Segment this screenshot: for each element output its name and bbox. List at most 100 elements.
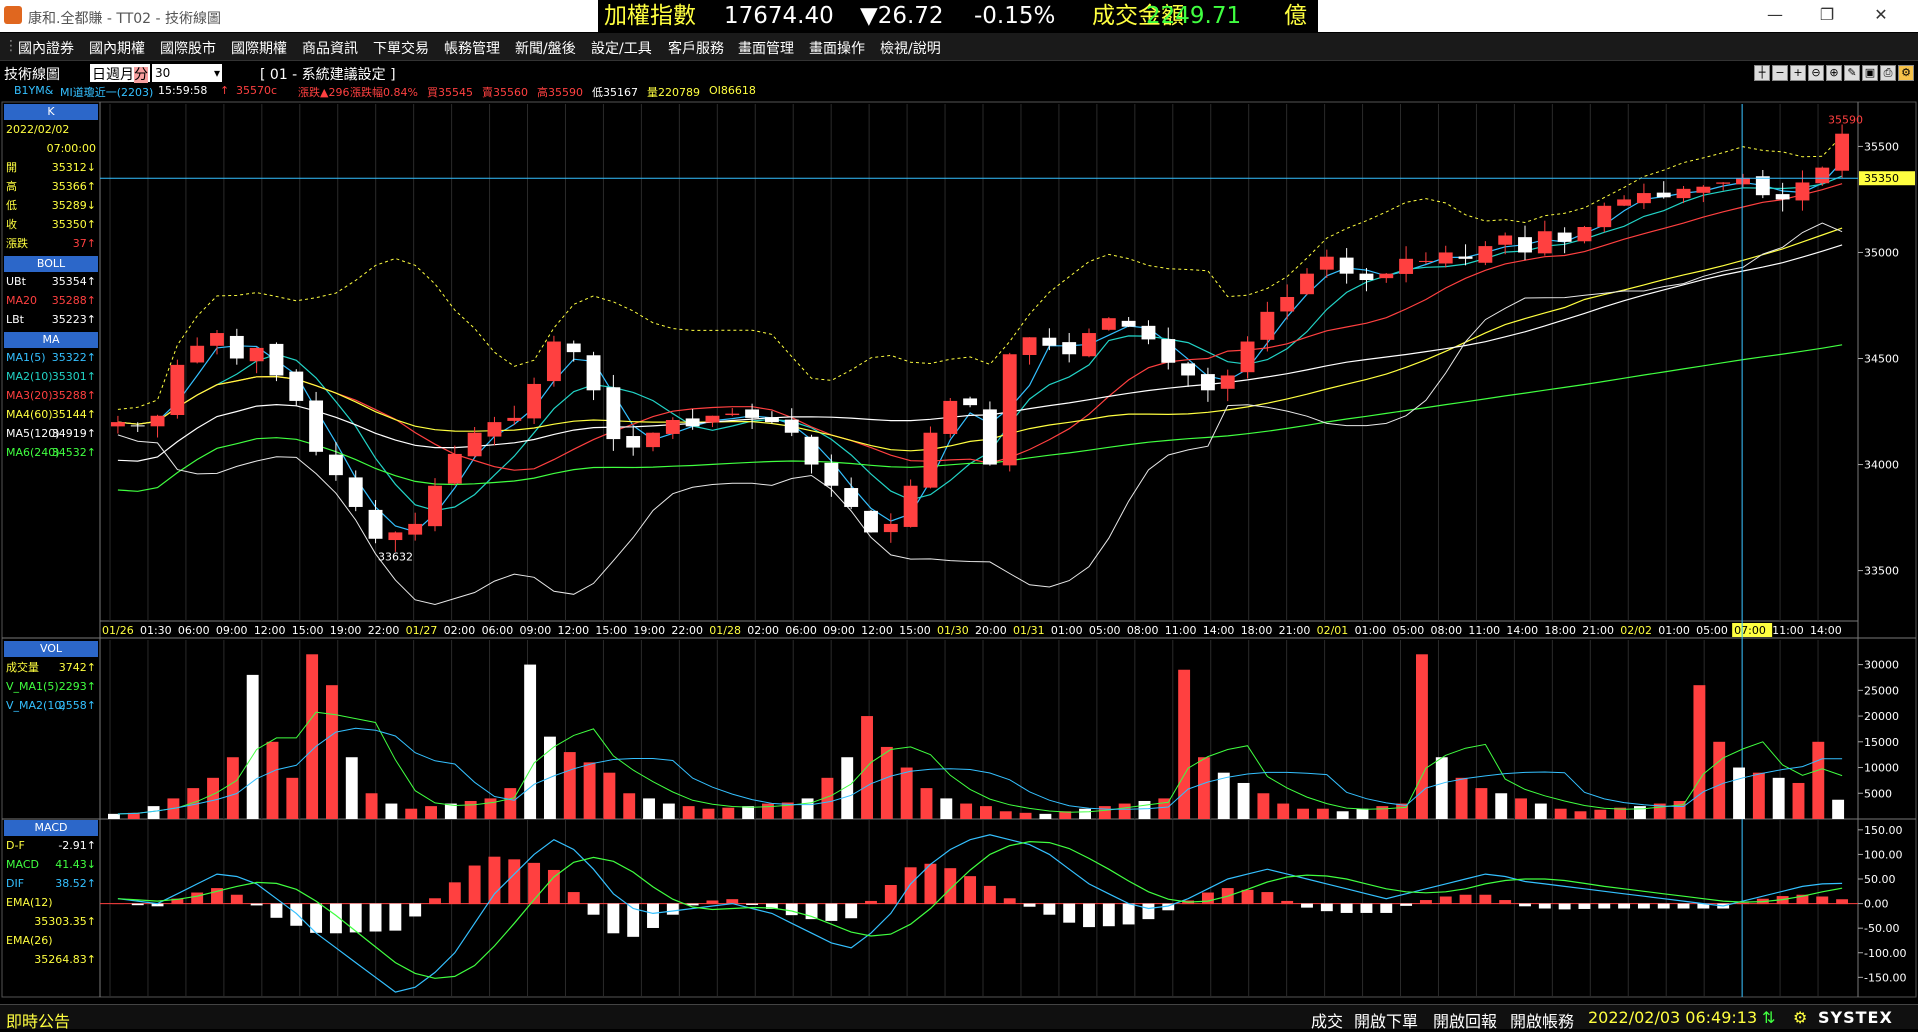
macd-histogram-bar bbox=[924, 863, 937, 905]
trade-button[interactable]: 成交 bbox=[1311, 1008, 1343, 1032]
time-tick-label: 12:00 bbox=[254, 624, 286, 637]
candle-body bbox=[388, 532, 403, 541]
macd-histogram-bar bbox=[250, 903, 263, 906]
k-low-row: 低 35289↓ bbox=[4, 198, 98, 214]
volume-bar bbox=[1376, 806, 1389, 819]
candle-body bbox=[784, 419, 799, 433]
vol-tick-label: 10000 bbox=[1864, 762, 1899, 775]
candle-body bbox=[864, 510, 878, 533]
ma-row-label: MA1(5) bbox=[6, 351, 46, 364]
candle-body bbox=[328, 454, 343, 476]
vol-header: VOL bbox=[4, 641, 98, 657]
macd-histogram-bar bbox=[270, 903, 283, 918]
candle-body bbox=[487, 422, 502, 437]
time-tick-label: 06:00 bbox=[785, 624, 817, 637]
volume-bar bbox=[1733, 767, 1745, 819]
macd-histogram-bar bbox=[230, 894, 243, 905]
vol-tick-label: 5000 bbox=[1864, 787, 1892, 800]
macd-histogram-bar bbox=[1122, 903, 1135, 925]
macd-histogram-bar bbox=[1499, 900, 1512, 905]
macd-histogram-bar bbox=[1439, 896, 1452, 905]
time-tick-label: 05:00 bbox=[1393, 624, 1425, 637]
candle-body bbox=[705, 415, 720, 423]
time-tick-label: 14:00 bbox=[1203, 624, 1235, 637]
volume-bar bbox=[306, 654, 319, 819]
volume-bar bbox=[365, 793, 378, 819]
open-account-button[interactable]: 開啟帳務 bbox=[1510, 1008, 1574, 1032]
chart-canvas[interactable]: 01/26 01:30 06:00 09:00 12:00 15:00 19:00 22:00… bbox=[0, 0, 1918, 1004]
volume-bar bbox=[762, 803, 774, 819]
macd-histogram-bar bbox=[1301, 903, 1313, 908]
candle-body bbox=[546, 341, 561, 382]
settings-icon[interactable]: ⚙ bbox=[1793, 1008, 1807, 1027]
volume-bar bbox=[286, 777, 299, 819]
macd-histogram-bar bbox=[706, 900, 719, 905]
candle-body bbox=[982, 409, 997, 465]
volume-bar bbox=[1574, 811, 1587, 819]
k-row-label: 高 bbox=[6, 180, 17, 193]
candle-body bbox=[210, 333, 224, 346]
macd-histogram-bar bbox=[1142, 903, 1155, 920]
volume-bar bbox=[1079, 808, 1091, 819]
macd-tick-label: -150.00 bbox=[1864, 971, 1906, 984]
macd-histogram-bar bbox=[389, 903, 402, 931]
candle-body bbox=[626, 436, 641, 448]
volume-bar bbox=[1019, 812, 1032, 819]
macd-histogram-bar bbox=[1241, 889, 1254, 905]
macd-row-label: DIF bbox=[6, 877, 25, 890]
time-tick-label: 01/31 bbox=[1013, 624, 1045, 637]
price-tick-label: 34500 bbox=[1864, 353, 1899, 366]
candle-body bbox=[883, 523, 898, 533]
macd-histogram-bar bbox=[290, 903, 303, 926]
k-header: K bbox=[4, 104, 98, 120]
volume-bar bbox=[643, 798, 655, 819]
ma-row: MA2(10) 35301↑ bbox=[4, 369, 98, 385]
time-tick-label: 22:00 bbox=[671, 624, 703, 637]
candle-body bbox=[428, 485, 442, 527]
candle-body bbox=[685, 418, 700, 427]
macd-row: EMA(12) bbox=[4, 895, 98, 911]
macd-row-label: MACD bbox=[6, 858, 39, 871]
time-tick-label: 02/01 bbox=[1317, 624, 1349, 637]
chart-frame bbox=[1, 101, 1917, 998]
volume-bar bbox=[999, 811, 1012, 819]
macd-histogram-bar bbox=[647, 903, 659, 928]
macd-histogram-bar bbox=[528, 862, 541, 905]
volume-bar bbox=[980, 806, 992, 819]
boll-row-label: LBt bbox=[6, 313, 24, 326]
vol-row-label: 成交量 bbox=[6, 661, 39, 674]
volume-bar bbox=[563, 752, 576, 819]
volume-bar bbox=[1039, 813, 1052, 819]
volume-bar bbox=[405, 808, 418, 819]
macd-histogram-bar bbox=[964, 876, 977, 905]
volume-bar bbox=[1138, 800, 1151, 819]
macd-histogram-bar bbox=[944, 868, 957, 905]
volume-bar bbox=[1336, 811, 1349, 819]
candle-body bbox=[1775, 194, 1790, 200]
open-order-button[interactable]: 開啟下單 bbox=[1354, 1008, 1418, 1032]
time-tick-label: 18:00 bbox=[1544, 624, 1576, 637]
macd-row-label: D-F bbox=[6, 839, 25, 852]
price-high-label: 35590 bbox=[1828, 113, 1863, 126]
volume-bar bbox=[345, 757, 358, 819]
volume-bar bbox=[524, 664, 537, 819]
ma-row: MA5(120) 34919↑ bbox=[4, 426, 98, 442]
time-tick-label: 12:00 bbox=[557, 624, 589, 637]
macd-histogram-bar bbox=[1657, 903, 1670, 909]
candle-body bbox=[606, 387, 621, 440]
open-report-button[interactable]: 開啟回報 bbox=[1433, 1008, 1497, 1032]
time-tick-label: 05:00 bbox=[1696, 624, 1728, 637]
time-tick-label: 11:00 bbox=[1772, 624, 1804, 637]
volume-bar bbox=[742, 806, 755, 819]
k-row-value: 37↑ bbox=[72, 237, 96, 250]
announcement-button[interactable]: 即時公告 bbox=[6, 1008, 70, 1032]
candle-body bbox=[745, 409, 760, 418]
volume-bar bbox=[623, 793, 636, 819]
volume-bar bbox=[1634, 806, 1646, 819]
boll-row-value: 35354↑ bbox=[51, 275, 96, 288]
macd-row: EMA(26) bbox=[4, 933, 98, 949]
volume-bar bbox=[226, 757, 239, 819]
macd-histogram-bar bbox=[607, 903, 620, 934]
candle-body bbox=[923, 432, 938, 488]
candle-body bbox=[1240, 341, 1255, 373]
